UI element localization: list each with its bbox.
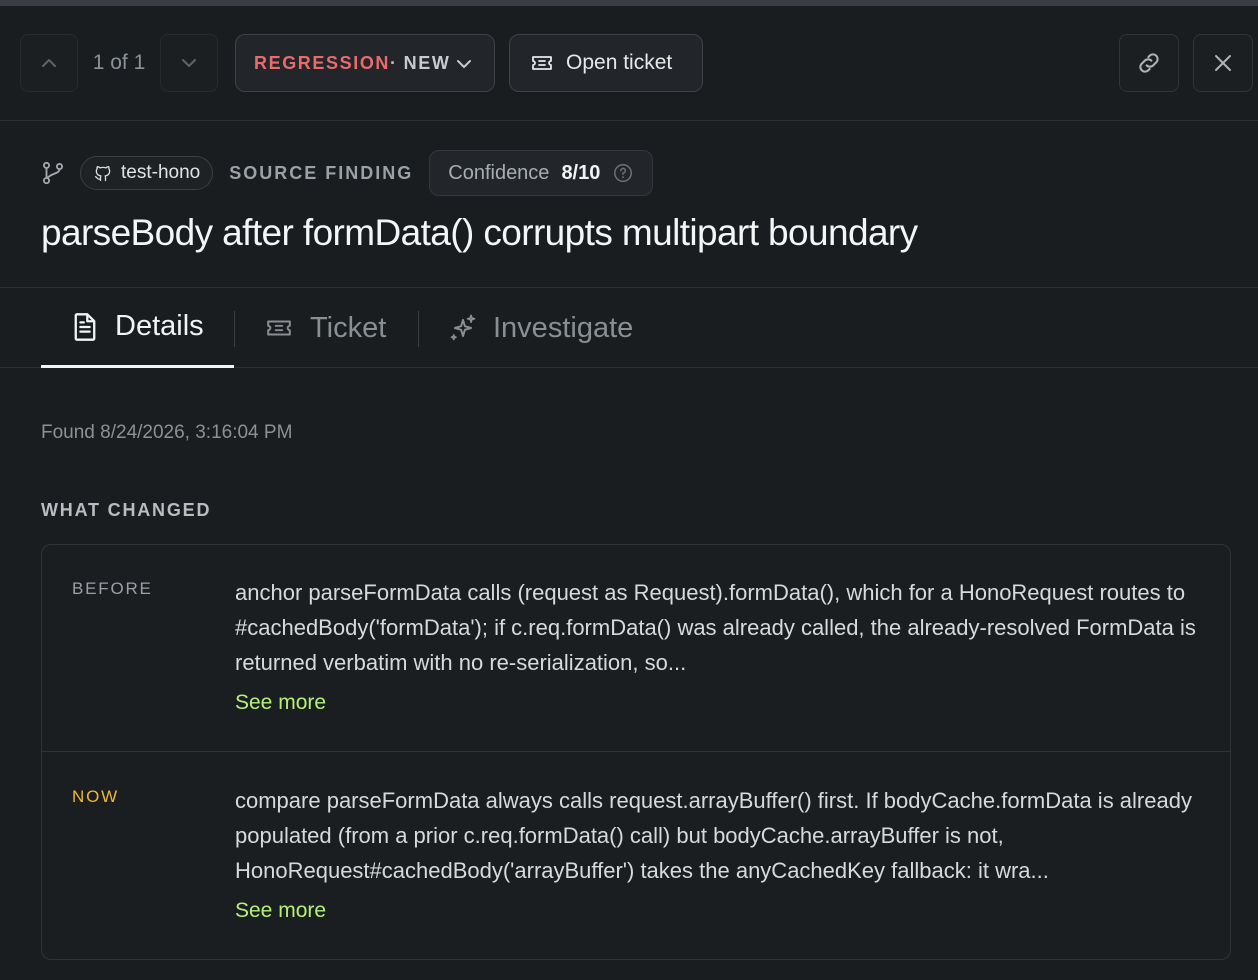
before-see-more-link[interactable]: See more bbox=[235, 691, 326, 715]
finding-toolbar: 1 of 1 REGRESSION · NEW Open ticket bbox=[0, 6, 1258, 121]
previous-finding-button[interactable] bbox=[20, 34, 78, 92]
finding-counter: 1 of 1 bbox=[92, 51, 146, 74]
sparkles-icon bbox=[450, 314, 476, 341]
before-text: anchor parseFormData calls (request as R… bbox=[235, 580, 1196, 675]
chevron-down-icon bbox=[182, 59, 196, 67]
found-timestamp: Found 8/24/2026, 3:16:04 PM bbox=[41, 422, 293, 443]
github-icon bbox=[94, 166, 111, 182]
link-icon bbox=[1139, 53, 1159, 73]
chevron-up-icon bbox=[42, 59, 56, 67]
status-category: REGRESSION bbox=[254, 52, 391, 73]
ticket-icon bbox=[532, 56, 552, 70]
finding-meta: test-hono SOURCE FINDING Confidence 8/10 bbox=[40, 150, 654, 196]
what-changed-card: BEFORE anchor parseFormData calls (reque… bbox=[41, 544, 1231, 960]
tab-ticket-label: Ticket bbox=[310, 311, 387, 344]
git-branch-icon bbox=[42, 161, 64, 185]
before-row: BEFORE anchor parseFormData calls (reque… bbox=[42, 545, 1230, 752]
copy-link-button[interactable] bbox=[1119, 34, 1179, 92]
tab-divider bbox=[418, 311, 419, 347]
status-dropdown[interactable]: REGRESSION · NEW bbox=[235, 34, 495, 92]
tab-details-label: Details bbox=[115, 310, 204, 342]
finding-title: parseBody after formData() corrupts mult… bbox=[41, 212, 918, 253]
tab-investigate[interactable]: Investigate bbox=[449, 288, 633, 368]
finding-pager: 1 of 1 bbox=[20, 34, 218, 92]
tab-investigate-label: Investigate bbox=[493, 311, 634, 344]
now-label: NOW bbox=[72, 787, 119, 806]
open-ticket-label: Open ticket bbox=[566, 51, 673, 74]
status-separator: · bbox=[390, 52, 398, 73]
now-row: NOW compare parseFormData always calls r… bbox=[42, 753, 1230, 959]
tab-divider bbox=[234, 311, 235, 347]
what-changed-heading: WHAT CHANGED bbox=[41, 500, 212, 520]
now-see-more-link[interactable]: See more bbox=[235, 899, 326, 923]
tab-bar: Details Ticket Investigate bbox=[0, 287, 1258, 368]
document-icon bbox=[74, 312, 96, 341]
tab-details[interactable]: Details bbox=[41, 288, 234, 368]
repo-chip[interactable]: test-hono bbox=[80, 156, 214, 190]
repo-name: test-hono bbox=[121, 162, 201, 183]
tab-ticket[interactable]: Ticket bbox=[264, 288, 386, 368]
now-text: compare parseFormData always calls reque… bbox=[235, 788, 1192, 883]
confidence-value: 8/10 bbox=[561, 161, 601, 184]
help-circle-icon[interactable] bbox=[612, 162, 634, 184]
source-finding-label: SOURCE FINDING bbox=[229, 162, 414, 183]
open-ticket-button[interactable]: Open ticket bbox=[509, 34, 703, 92]
chevron-down-icon bbox=[457, 60, 471, 68]
confidence-badge: Confidence 8/10 bbox=[429, 150, 654, 196]
next-finding-button[interactable] bbox=[160, 34, 218, 92]
status-state: NEW bbox=[403, 52, 451, 73]
ticket-icon bbox=[267, 320, 291, 336]
confidence-label: Confidence bbox=[448, 161, 550, 184]
close-icon bbox=[1215, 55, 1231, 71]
close-button[interactable] bbox=[1193, 34, 1253, 92]
before-label: BEFORE bbox=[72, 579, 153, 598]
